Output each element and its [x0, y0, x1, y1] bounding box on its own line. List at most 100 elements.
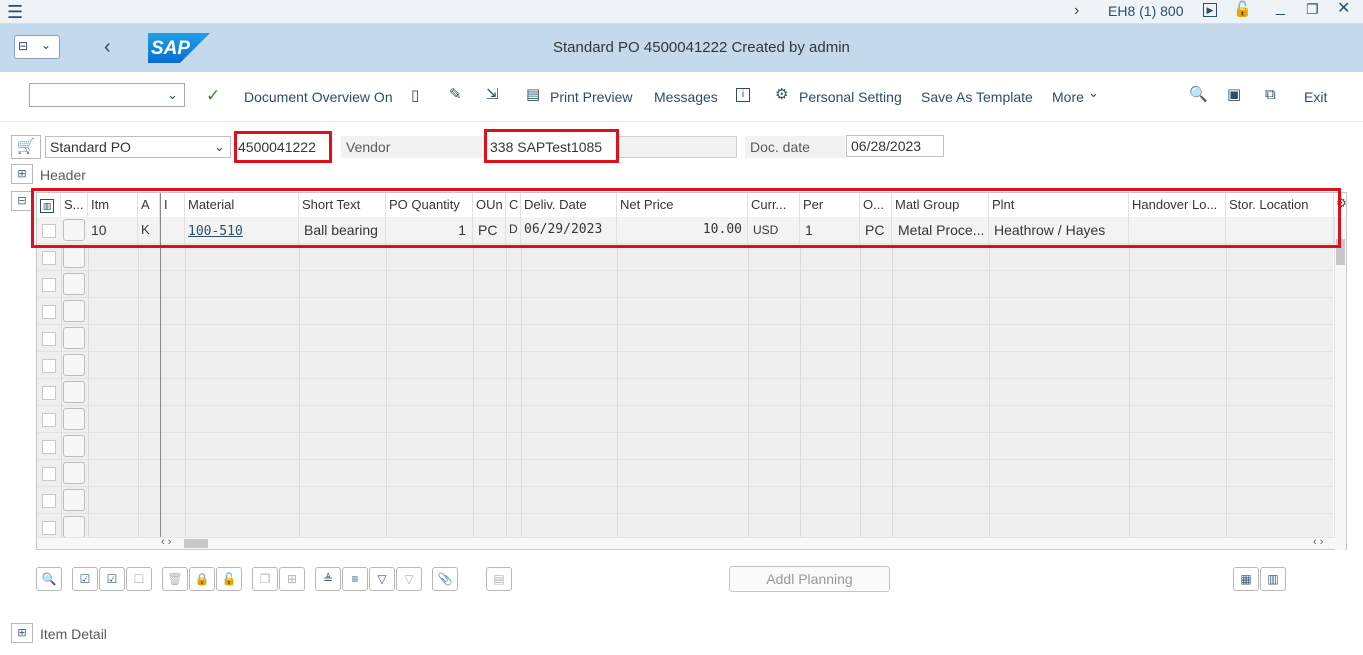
list-button[interactable]: ▤ — [486, 567, 512, 591]
doc-date-field[interactable]: 06/28/2023 — [846, 135, 944, 157]
row-select-button[interactable] — [63, 462, 85, 484]
cart-icon-button[interactable]: 🛒 — [11, 135, 41, 159]
row-checkbox[interactable] — [42, 467, 56, 481]
grid-line — [185, 325, 186, 352]
grid-line — [521, 352, 522, 379]
back-icon[interactable]: ‹ — [104, 37, 111, 57]
row-select-button[interactable] — [63, 300, 85, 322]
minimize-icon[interactable]: _ — [1276, 0, 1285, 16]
check-document-icon[interactable]: ⇲ — [486, 87, 499, 102]
print-preview-button[interactable]: Print Preview — [550, 89, 632, 105]
delete-button[interactable]: 🗑 — [162, 567, 188, 591]
row-checkbox[interactable] — [42, 494, 56, 508]
grid-line — [800, 244, 801, 271]
grid-line — [473, 244, 474, 271]
row-select-button[interactable] — [63, 273, 85, 295]
more-menu-button[interactable]: More — [1052, 89, 1084, 105]
search-icon[interactable]: 🔍 — [1189, 87, 1208, 102]
row-checkbox[interactable] — [42, 386, 56, 400]
chevron-down-icon[interactable]: ⌄ — [1088, 86, 1099, 99]
save-as-template-button[interactable]: Save As Template — [921, 89, 1033, 105]
limits-button[interactable]: ▥ — [1260, 567, 1286, 591]
personal-setting-icon[interactable]: ⚙ — [775, 87, 788, 102]
row-checkbox[interactable] — [42, 251, 56, 265]
row-select-button[interactable] — [63, 354, 85, 376]
item-detail-expand-button[interactable]: ⊞ — [11, 623, 33, 643]
command-field[interactable]: ⌄ — [29, 83, 185, 107]
row-select-button[interactable] — [63, 489, 85, 511]
row-checkbox[interactable] — [42, 305, 56, 319]
sort-descending-button[interactable]: ≡ — [342, 567, 368, 591]
grid-line — [299, 298, 300, 325]
attachment-button[interactable]: 📎 — [432, 567, 458, 591]
unlock-button[interactable]: 🔓 — [216, 567, 242, 591]
row-checkbox[interactable] — [42, 278, 56, 292]
hamburger-icon[interactable]: ☰ — [7, 3, 23, 21]
vendor-value[interactable]: 338 SAPTest1085 — [490, 139, 602, 155]
clear-filter-button[interactable]: ▽ — [396, 567, 422, 591]
select-block-button[interactable]: ☑ — [99, 567, 125, 591]
document-overview-button[interactable]: Document Overview On — [244, 89, 393, 105]
lock-icon[interactable]: 🔓 — [1233, 2, 1252, 17]
table-row-empty[interactable] — [37, 406, 1333, 433]
row-checkbox[interactable] — [42, 359, 56, 373]
item-detail-label[interactable]: Item Detail — [40, 626, 107, 642]
table-row-empty[interactable] — [37, 487, 1333, 514]
addl-planning-button[interactable]: Addl Planning — [729, 566, 890, 592]
table-row-empty[interactable] — [37, 433, 1333, 460]
row-select-button[interactable] — [63, 246, 85, 268]
row-checkbox[interactable] — [42, 521, 56, 535]
services-button[interactable]: ▦ — [1233, 567, 1259, 591]
new-session-icon[interactable]: ▣ — [1227, 87, 1241, 102]
vertical-scrollbar[interactable] — [1334, 217, 1346, 550]
table-row-empty[interactable] — [37, 325, 1333, 352]
row-select-button[interactable] — [63, 381, 85, 403]
header-section-label[interactable]: Header — [40, 167, 86, 183]
window-icon[interactable]: ⧉ — [1265, 87, 1276, 102]
command-menu-button[interactable]: ⊟ ⌄ — [14, 35, 60, 59]
table-row-empty[interactable] — [37, 271, 1333, 298]
insert-button[interactable]: ⊞ — [279, 567, 305, 591]
row-select-button[interactable] — [63, 327, 85, 349]
table-row-empty[interactable] — [37, 460, 1333, 487]
filter-button[interactable]: ▽ — [369, 567, 395, 591]
lock-button[interactable]: 🔒 — [189, 567, 215, 591]
row-select-button[interactable] — [63, 516, 85, 538]
doc-type-select[interactable]: Standard PO ⌄ — [45, 136, 231, 158]
zoom-details-button[interactable]: 🔍 — [36, 567, 62, 591]
header-expand-button[interactable]: ⊞ — [11, 164, 33, 184]
table-row-empty[interactable] — [37, 244, 1333, 271]
print-preview-icon[interactable]: ▤ — [526, 87, 540, 102]
items-collapse-button[interactable]: ⊟ — [11, 191, 33, 211]
row-checkbox[interactable] — [42, 440, 56, 454]
row-checkbox[interactable] — [42, 413, 56, 427]
sort-ascending-button[interactable]: ≜ — [315, 567, 341, 591]
row-select-button[interactable] — [63, 435, 85, 457]
info-icon[interactable]: i — [736, 88, 750, 102]
grid-line — [748, 433, 749, 460]
deselect-all-button[interactable]: ☐ — [126, 567, 152, 591]
maximize-icon[interactable]: ❐ — [1306, 2, 1319, 16]
play-icon[interactable]: ▶ — [1203, 3, 1217, 17]
hscroll-arrows-right[interactable]: ‹ › — [1313, 536, 1323, 548]
hold-icon[interactable]: ✎ — [449, 87, 462, 102]
copy-button[interactable]: ❐ — [252, 567, 278, 591]
table-row-empty[interactable] — [37, 298, 1333, 325]
grid-line — [800, 433, 801, 460]
row-checkbox[interactable] — [42, 332, 56, 346]
messages-button[interactable]: Messages — [654, 89, 718, 105]
personal-setting-button[interactable]: Personal Setting — [799, 89, 902, 105]
table-row-empty[interactable] — [37, 379, 1333, 406]
chevron-right-icon[interactable]: › — [1074, 3, 1079, 19]
row-select-button[interactable] — [63, 408, 85, 430]
table-row-empty[interactable] — [37, 352, 1333, 379]
close-icon[interactable]: ✕ — [1337, 1, 1350, 17]
document-icon[interactable]: ▯ — [411, 88, 419, 103]
grid-line — [185, 379, 186, 406]
select-all-button[interactable]: ☑ — [72, 567, 98, 591]
checkmark-icon[interactable]: ✓ — [206, 87, 220, 104]
horizontal-scrollbar[interactable]: ‹ › ‹ › — [37, 536, 1335, 549]
exit-button[interactable]: Exit — [1304, 89, 1327, 105]
hscroll-arrows-left[interactable]: ‹ › — [161, 536, 171, 548]
hscroll-thumb[interactable] — [184, 539, 208, 548]
